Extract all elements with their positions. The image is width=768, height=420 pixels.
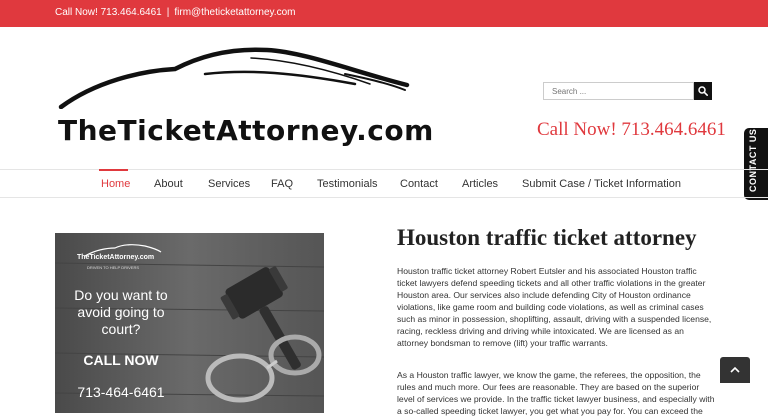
promo-call-now: CALL NOW: [83, 352, 159, 368]
promo-question: Do you want to avoid going to court?: [74, 287, 168, 337]
promo-tagline: DRIVEN TO HELP DRIVERS: [87, 265, 140, 270]
intro-paragraph: Houston traffic ticket attorney Robert E…: [397, 266, 712, 348]
search-box: [543, 82, 712, 100]
top-email-link[interactable]: firm@theticketattorney.com: [174, 7, 295, 18]
scroll-to-top-button[interactable]: [720, 357, 750, 383]
page-title: Houston traffic ticket attorney: [397, 225, 697, 250]
second-paragraph: As a Houston traffic lawyer, we know the…: [397, 370, 715, 420]
header-call-now[interactable]: Call Now! 713.464.6461: [537, 119, 726, 141]
site-logo[interactable]: TheTicketAttorney.com: [55, 44, 433, 154]
main-nav: Home About Services FAQ Testimonials Con…: [0, 169, 768, 197]
top-separator: |: [166, 7, 170, 18]
top-phone-link[interactable]: Call Now! 713.464.6461: [55, 7, 162, 18]
nav-item-testimonials[interactable]: Testimonials: [317, 178, 378, 190]
nav-item-submit-case[interactable]: Submit Case / Ticket Information: [522, 178, 681, 190]
nav-item-faq[interactable]: FAQ: [271, 178, 293, 190]
nav-item-about[interactable]: About: [154, 178, 183, 190]
nav-item-contact[interactable]: Contact: [400, 178, 438, 190]
top-bar: Call Now! 713.464.6461 | firm@theticketatt…: [0, 0, 768, 27]
search-button[interactable]: [694, 82, 712, 100]
chevron-up-icon: [730, 366, 740, 373]
promo-logo-text: TheTicketAttorney.com: [77, 254, 155, 261]
promo-phone: 713-464-6461: [77, 384, 165, 400]
nav-active-indicator: [99, 169, 128, 171]
nav-bottom-divider: [0, 197, 768, 198]
search-input[interactable]: [543, 82, 694, 100]
nav-item-home[interactable]: Home: [101, 178, 130, 190]
top-contact: Call Now! 713.464.6461 | firm@theticketatt…: [55, 7, 295, 18]
nav-item-articles[interactable]: Articles: [462, 178, 498, 190]
promo-banner[interactable]: TheTicketAttorney.com DRIVEN TO HELP DRI…: [55, 233, 324, 413]
logo-text: TheTicketAttorney.com: [58, 114, 434, 147]
search-icon: [698, 86, 708, 96]
car-silhouette-logo: [58, 47, 410, 109]
nav-item-services[interactable]: Services: [208, 178, 250, 190]
